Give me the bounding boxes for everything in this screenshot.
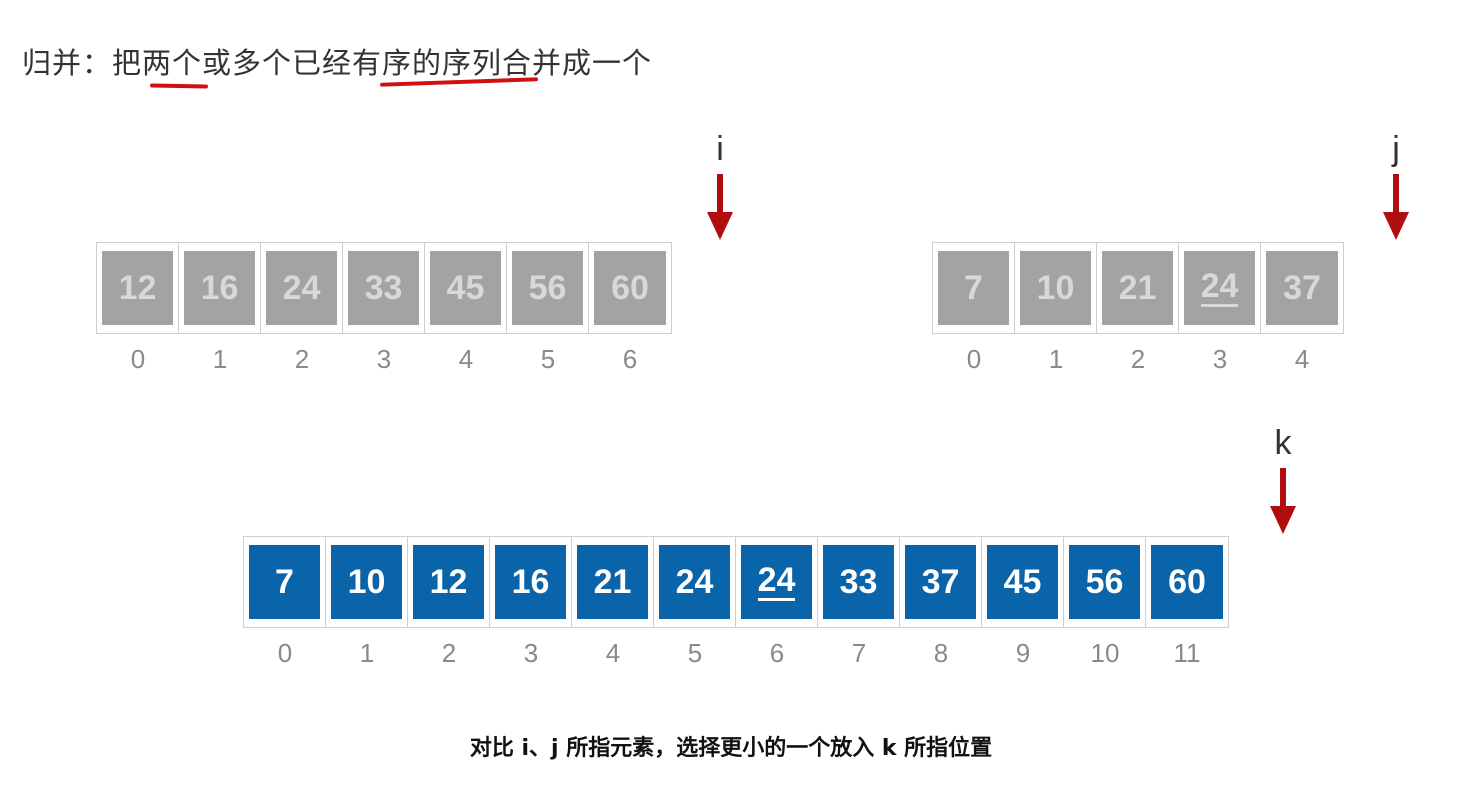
cell-value: 33 [364, 268, 403, 307]
index-label: 1 [212, 344, 228, 374]
array-cell: 60 [589, 243, 671, 333]
index-label: 1 [359, 638, 375, 668]
cell-value: 37 [921, 562, 960, 601]
array-cell: 45 [425, 243, 507, 333]
index-label: 3 [523, 638, 539, 668]
index-label: 6 [769, 638, 785, 668]
pointer-label: k [1274, 424, 1292, 462]
cell-value: 24 [282, 268, 321, 307]
highlight-underline-two [149, 83, 209, 89]
array-cell: 7 [244, 537, 326, 627]
array-cell: 10 [326, 537, 408, 627]
index-label: 10 [1090, 638, 1120, 668]
array-cell: 7 [933, 243, 1015, 333]
index-label: 0 [966, 344, 982, 374]
cell-value: 7 [964, 268, 983, 307]
merged-array-indices: 0 1 2 3 4 5 6 7 8 9 10 11 [244, 638, 1228, 669]
right-array-indices: 0 1 2 3 4 [933, 344, 1343, 375]
index-label: 2 [294, 344, 310, 374]
cell-value: 7 [275, 562, 294, 601]
index-label: 5 [687, 638, 703, 668]
cell-value: 56 [528, 268, 567, 307]
array-cell: 16 [179, 243, 261, 333]
cell-value: 10 [1036, 268, 1075, 307]
cell-value: 21 [593, 562, 632, 601]
array-cell: 12 [97, 243, 179, 333]
cell-value: 37 [1283, 268, 1321, 307]
index-label: 2 [441, 638, 457, 668]
pointer-j: j [1381, 132, 1411, 240]
index-label: 0 [277, 638, 293, 668]
index-label: 4 [458, 344, 474, 374]
array-cell: 37 [900, 537, 982, 627]
cell-value: 45 [446, 268, 485, 307]
down-arrow-icon [1270, 468, 1296, 534]
merged-array: 7 10 12 16 21 24 24 33 37 45 56 60 [243, 536, 1229, 628]
left-array-indices: 0 1 2 3 4 5 6 [97, 344, 671, 375]
down-arrow-icon [707, 174, 733, 240]
cell-value-underlined: 24 [1200, 268, 1239, 308]
cell-value: 56 [1085, 562, 1124, 601]
pointer-label: i [716, 130, 724, 168]
index-label: 1 [1048, 344, 1064, 374]
caption: 对比 i、j 所指元素，选择更小的一个放入 k 所指位置 [469, 736, 993, 761]
array-cell: 24 [261, 243, 343, 333]
array-cell: 60 [1146, 537, 1228, 627]
slide-title: 归并：把两个或多个已经有序的序列合并成一个 [22, 46, 653, 80]
array-cell: 21 [572, 537, 654, 627]
array-cell: 16 [490, 537, 572, 627]
pointer-label: j [1392, 130, 1400, 168]
index-label: 9 [1015, 638, 1031, 668]
cell-value: 16 [511, 562, 550, 601]
cell-value: 12 [118, 268, 157, 307]
pointer-i: i [705, 132, 735, 240]
index-label: 6 [622, 344, 638, 374]
index-label: 4 [605, 638, 621, 668]
array-cell: 24 [654, 537, 736, 627]
array-cell: 45 [982, 537, 1064, 627]
cell-value: 12 [429, 562, 468, 601]
cell-value: 10 [347, 562, 386, 601]
index-label: 3 [376, 344, 392, 374]
left-array: 12 16 24 33 45 56 60 [96, 242, 672, 334]
array-cell: 21 [1097, 243, 1179, 333]
cell-value: 60 [611, 268, 649, 307]
index-label: 0 [130, 344, 146, 374]
index-label: 8 [933, 638, 949, 668]
down-arrow-icon [1383, 174, 1409, 240]
index-label: 11 [1173, 638, 1201, 668]
array-cell: 10 [1015, 243, 1097, 333]
array-cell: 56 [507, 243, 589, 333]
right-array: 7 10 21 24 37 [932, 242, 1344, 334]
array-cell: 33 [343, 243, 425, 333]
index-label: 5 [540, 344, 556, 374]
array-cell: 37 [1261, 243, 1343, 333]
cell-value: 24 [675, 562, 714, 601]
index-label: 4 [1294, 344, 1310, 374]
cell-value: 45 [1003, 562, 1042, 601]
index-label: 7 [851, 638, 867, 668]
index-label: 3 [1212, 344, 1228, 374]
array-cell: 56 [1064, 537, 1146, 627]
cell-value: 21 [1118, 268, 1157, 307]
pointer-k: k [1268, 426, 1298, 534]
array-cell: 12 [408, 537, 490, 627]
array-cell: 24 [736, 537, 818, 627]
array-cell: 33 [818, 537, 900, 627]
index-label: 2 [1130, 344, 1146, 374]
cell-value: 33 [839, 562, 878, 601]
cell-value-underlined: 24 [757, 562, 796, 602]
cell-value: 16 [200, 268, 239, 307]
cell-value: 60 [1168, 562, 1206, 601]
array-cell: 24 [1179, 243, 1261, 333]
